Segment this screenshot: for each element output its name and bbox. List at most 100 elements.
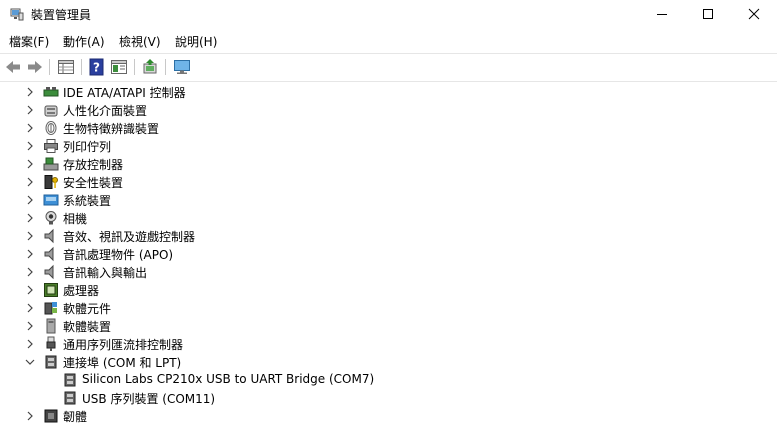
chevron-right-icon[interactable] <box>24 302 36 314</box>
toolbar-separator <box>81 59 82 75</box>
tree-item-label: 軟體元件 <box>63 302 112 316</box>
tree-item-label: USB 序列裝置 (COM11) <box>82 392 216 406</box>
chevron-right-icon[interactable] <box>24 410 36 422</box>
chevron-right-icon[interactable] <box>24 194 36 206</box>
speaker-icon <box>44 246 54 262</box>
chevron-right-icon[interactable] <box>24 212 36 224</box>
tree-item-system[interactable]: 系統裝置 <box>0 191 777 209</box>
tree-item-label: 韌體 <box>63 410 88 424</box>
close-button[interactable] <box>731 0 777 28</box>
software-device-icon <box>46 318 56 334</box>
tree-item-audio-processing[interactable]: 音訊處理物件 (APO) <box>0 245 777 263</box>
tree-item-label: 生物特徵辨識裝置 <box>63 122 160 136</box>
port-connector-icon <box>64 391 76 405</box>
tree-item-print-queues[interactable]: 列印佇列 <box>0 137 777 155</box>
computer-monitor-icon[interactable] <box>173 58 191 76</box>
tree-item-software-devices[interactable]: 軟體裝置 <box>0 317 777 335</box>
port-connector-icon <box>64 373 76 387</box>
device-tree: IDE ATA/ATAPI 控制器 人性化介面裝置 生物特徵辨識裝置 列印佇列 <box>0 83 777 425</box>
toolbar: ? <box>0 53 777 82</box>
toolbar-separator <box>165 59 166 75</box>
tree-item-label: 人性化介面裝置 <box>63 104 148 118</box>
tree-item-security[interactable]: 安全性裝置 <box>0 173 777 191</box>
back-arrow-icon[interactable] <box>4 58 22 76</box>
forward-arrow-icon[interactable] <box>26 58 44 76</box>
tree-item-processors[interactable]: 處理器 <box>0 281 777 299</box>
tree-item-label: 音效、視訊及遊戲控制器 <box>63 230 196 244</box>
tree-item-biometric[interactable]: 生物特徵辨識裝置 <box>0 119 777 137</box>
svg-text:?: ? <box>93 61 100 75</box>
printer-icon <box>44 139 58 153</box>
chevron-right-icon[interactable] <box>24 248 36 260</box>
tree-item-audio-io[interactable]: 音訊輸入與輸出 <box>0 263 777 281</box>
tree-item-label: 音訊輸入與輸出 <box>63 266 148 280</box>
minimize-icon <box>657 14 667 15</box>
toolbar-separator <box>49 59 50 75</box>
tree-item-label: IDE ATA/ATAPI 控制器 <box>63 86 186 100</box>
port-connector-icon <box>45 355 57 369</box>
maximize-icon <box>703 9 713 19</box>
tree-item-label: 系統裝置 <box>63 194 112 208</box>
usb-plug-icon <box>46 336 56 351</box>
tree-item-sound[interactable]: 音效、視訊及遊戲控制器 <box>0 227 777 245</box>
tree-item-label: Silicon Labs CP210x USB to UART Bridge (… <box>82 372 375 386</box>
tree-item-label: 相機 <box>63 212 88 226</box>
chevron-right-icon[interactable] <box>24 266 36 278</box>
processor-chip-icon <box>44 283 58 297</box>
tree-item-firmware[interactable]: 韌體 <box>0 407 777 425</box>
maximize-button[interactable] <box>685 0 731 28</box>
tree-item-storage[interactable]: 存放控制器 <box>0 155 777 173</box>
chevron-right-icon[interactable] <box>24 338 36 350</box>
properties-grid-icon[interactable] <box>57 58 75 76</box>
firmware-chip-icon <box>44 409 58 423</box>
help-icon[interactable]: ? <box>88 58 106 76</box>
toolbar-separator <box>134 59 135 75</box>
tree-item-hid[interactable]: 人性化介面裝置 <box>0 101 777 119</box>
chevron-right-icon[interactable] <box>24 320 36 332</box>
chevron-right-icon[interactable] <box>24 230 36 242</box>
menu-bar: 檔案(F) 動作(A) 檢視(V) 說明(H) <box>0 30 777 52</box>
tree-item-label: 軟體裝置 <box>63 320 112 334</box>
tree-item-label: 處理器 <box>63 284 100 298</box>
tree-item-label: 連接埠 (COM 和 LPT) <box>63 356 182 370</box>
chevron-right-icon[interactable] <box>24 158 36 170</box>
software-component-icon <box>44 302 57 315</box>
device-manager-icon <box>10 8 24 21</box>
chevron-right-icon[interactable] <box>24 122 36 134</box>
tree-item-label: 音訊處理物件 (APO) <box>63 248 174 262</box>
tree-item-label: 通用序列匯流排控制器 <box>63 338 184 352</box>
minimize-button[interactable] <box>639 0 685 28</box>
chevron-right-icon[interactable] <box>24 86 36 98</box>
update-driver-icon[interactable] <box>141 58 159 76</box>
menu-action[interactable]: 動作(A) <box>63 33 105 50</box>
webcam-icon <box>45 211 57 225</box>
chevron-right-icon[interactable] <box>24 104 36 116</box>
chevron-right-icon[interactable] <box>24 284 36 296</box>
chevron-right-icon[interactable] <box>24 176 36 188</box>
fingerprint-icon <box>45 121 57 135</box>
security-device-icon <box>44 175 58 189</box>
speaker-icon <box>44 264 54 280</box>
tree-item-usb-controllers[interactable]: 通用序列匯流排控制器 <box>0 335 777 353</box>
menu-help[interactable]: 說明(H) <box>175 33 217 50</box>
storage-controller-icon <box>43 157 59 171</box>
ide-controller-icon <box>43 87 59 97</box>
tree-item-ide[interactable]: IDE ATA/ATAPI 控制器 <box>0 83 777 101</box>
tree-item-ports[interactable]: 連接埠 (COM 和 LPT) <box>0 353 777 371</box>
tree-item-label: 列印佇列 <box>63 140 112 154</box>
tree-item-label: 安全性裝置 <box>63 176 124 190</box>
tree-item-software-components[interactable]: 軟體元件 <box>0 299 777 317</box>
menu-view[interactable]: 檢視(V) <box>119 33 161 50</box>
window-title: 裝置管理員 <box>31 8 92 22</box>
title-bar: 裝置管理員 <box>0 0 777 28</box>
tree-item-camera[interactable]: 相機 <box>0 209 777 227</box>
chevron-down-icon[interactable] <box>24 356 36 368</box>
hid-icon <box>44 105 58 117</box>
tree-item-cp210x[interactable]: Silicon Labs CP210x USB to UART Bridge (… <box>0 371 777 389</box>
system-devices-icon <box>43 194 59 206</box>
details-pane-icon[interactable] <box>110 58 128 76</box>
tree-item-label: 存放控制器 <box>63 158 124 172</box>
tree-item-usb-serial[interactable]: USB 序列裝置 (COM11) <box>0 389 777 407</box>
chevron-right-icon[interactable] <box>24 140 36 152</box>
menu-file[interactable]: 檔案(F) <box>9 33 49 50</box>
